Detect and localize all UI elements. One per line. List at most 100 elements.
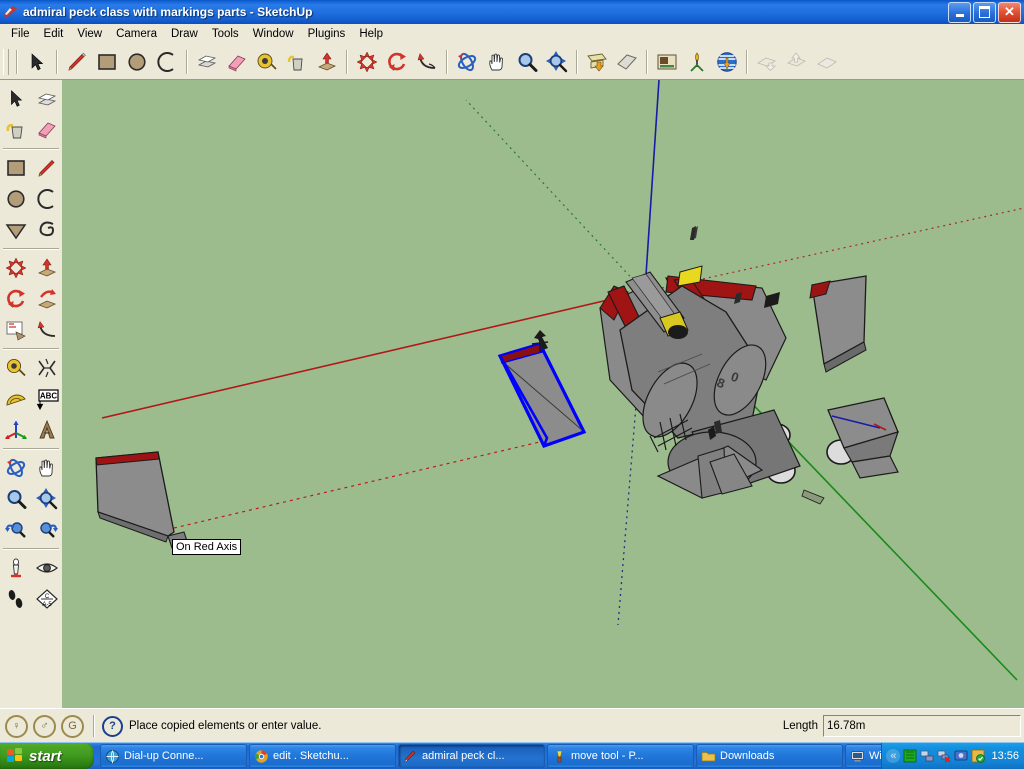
zoom-tool[interactable] [0,483,31,514]
paint-bucket-tool[interactable] [0,114,31,145]
taskbar-item-dialup[interactable]: Dial-up Conne... [100,744,247,768]
line-pencil-tool[interactable] [31,152,62,183]
vcb-input[interactable]: 16.78m [823,715,1021,737]
tape-measure-tool[interactable] [252,47,282,77]
zoom-extents-tool[interactable] [542,47,572,77]
menu-edit[interactable]: Edit [37,26,71,42]
pan-tool[interactable] [31,452,62,483]
walk-tool[interactable] [0,583,31,614]
geo-location-pin-icon[interactable]: ♀ [5,715,28,738]
position-camera-tool[interactable] [0,552,31,583]
start-button[interactable]: start [0,743,94,769]
axes-tool[interactable] [0,414,31,445]
menu-camera[interactable]: Camera [109,26,164,42]
paint-bucket-tool[interactable] [282,47,312,77]
pan-tool[interactable] [482,47,512,77]
taskbar-item-downloads[interactable]: Downloads [696,744,843,768]
follow-me-tool[interactable] [31,314,62,345]
menu-draw[interactable]: Draw [164,26,205,42]
add-person-tool[interactable] [682,47,712,77]
taskbar-item-move-tool[interactable]: move tool - P... [547,744,694,768]
shadow-tool[interactable] [612,47,642,77]
section-tool[interactable]: C A-5 [31,583,62,614]
dimension-tool[interactable] [31,352,62,383]
minimize-button[interactable] [948,2,971,23]
circle-tool[interactable] [122,47,152,77]
section-plane-tool[interactable] [582,47,612,77]
next-view-button[interactable] [31,514,62,545]
freehand-tool[interactable] [31,214,62,245]
3d-text-tool[interactable] [31,414,62,445]
select-tool[interactable] [0,83,31,114]
taskbar-clock[interactable]: 13:56 [991,750,1019,762]
tray-expand-chevron-icon[interactable]: « [886,749,900,763]
zoom-window-tool[interactable] [31,483,62,514]
circle-tool[interactable] [0,183,31,214]
menu-help[interactable]: Help [352,26,390,42]
previous-view-button[interactable] [0,514,31,545]
rotate-tool[interactable] [382,47,412,77]
modeling-canvas[interactable]: 8 0 [62,80,1024,708]
offset-tool[interactable] [0,314,31,345]
get-models-button[interactable] [752,47,782,77]
orbit-tool[interactable] [452,47,482,77]
axes-icon [4,418,28,442]
menu-file[interactable]: File [4,26,37,42]
close-button[interactable]: ✕ [998,2,1021,23]
model-part-selected-panel[interactable] [500,344,584,446]
pushpull-tool[interactable] [192,47,222,77]
top-toolbar [0,44,1024,80]
help-icon[interactable]: ? [102,716,123,737]
select-arrow-tool[interactable] [22,47,52,77]
google-g-icon[interactable]: G [61,715,84,738]
protractor-tool[interactable] [0,383,31,414]
taskbar-item-windows-task[interactable]: Windows Task ... [845,744,881,768]
tray-display-icon[interactable] [954,749,968,763]
toolbar-separator [0,545,62,552]
warehouse-button[interactable] [812,47,842,77]
geolocation-tool[interactable] [712,47,742,77]
rotate-tool[interactable] [0,283,31,314]
menu-view[interactable]: View [70,26,109,42]
look-around-tool[interactable] [31,552,62,583]
orbit-tool[interactable] [0,452,31,483]
polygon-tool[interactable] [0,214,31,245]
tray-network-disconnected-icon[interactable] [937,749,951,763]
text-tool[interactable]: ABC [31,383,62,414]
menu-plugins[interactable]: Plugins [301,26,353,42]
taskbar-buttons: Dial-up Conne... edit . Sketchu... admir… [100,744,881,768]
eraser-tool[interactable] [222,47,252,77]
line-pencil-tool[interactable] [62,47,92,77]
arc-tool[interactable] [152,47,182,77]
pushpull-icon [195,50,219,74]
toolbar-grip[interactable] [3,49,9,75]
model-part-wing-left[interactable] [96,452,188,548]
add-location-tool[interactable] [652,47,682,77]
taskbar-item-edit-sketchup[interactable]: edit . Sketchu... [249,744,396,768]
follow-me-tool[interactable] [412,47,442,77]
geo-person-icon[interactable]: ♂ [33,715,56,738]
offset-tool[interactable] [312,47,342,77]
taskbar-item-admiral-peck[interactable]: admiral peck cl... [398,744,545,768]
menu-window[interactable]: Window [246,26,301,42]
tray-shield-ok-icon[interactable] [971,749,985,763]
move-tool[interactable] [0,252,31,283]
eraser-tool[interactable] [31,114,62,145]
share-model-button[interactable] [782,47,812,77]
tray-network-icon[interactable] [920,749,934,763]
maximize-button[interactable] [973,2,996,23]
pushpull-tool[interactable] [31,83,62,114]
rectangle-tool[interactable] [92,47,122,77]
rectangle-tool[interactable] [0,152,31,183]
menu-tools[interactable]: Tools [205,26,246,42]
arc-tool[interactable] [31,183,62,214]
tape-measure-tool[interactable] [0,352,31,383]
move-tool[interactable] [352,47,382,77]
pushpull-tool-2[interactable] [31,252,62,283]
zoom-tool[interactable] [512,47,542,77]
scale-tool[interactable] [31,283,62,314]
model-part-small-antenna[interactable] [802,490,824,504]
tray-green-monitor-icon[interactable] [903,749,917,763]
model-part-panel-upper-right[interactable] [810,276,866,372]
model-part-panel-lower-right[interactable] [828,398,898,478]
